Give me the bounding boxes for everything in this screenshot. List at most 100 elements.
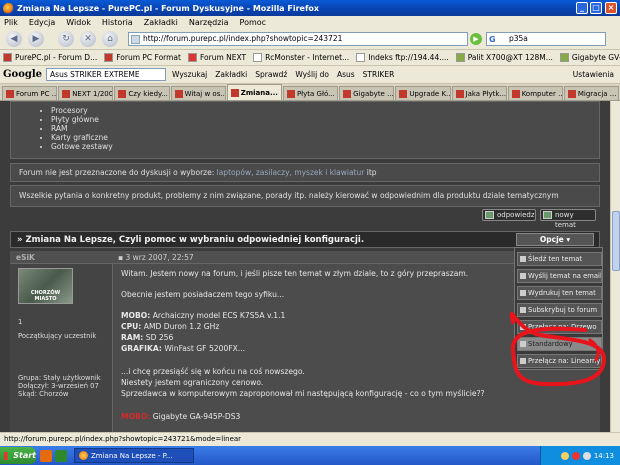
tab[interactable]: Jaka Płytk... <box>451 86 507 100</box>
bookmark-icon <box>455 53 465 62</box>
menu-file[interactable]: Plik <box>4 18 18 27</box>
menu-subscribe-forum[interactable]: Subskrybuj to forum <box>517 303 602 317</box>
tab[interactable]: Płyta Głó... <box>282 86 339 100</box>
page-content: Procesory Płyty główne RAM Karty graficz… <box>0 101 610 432</box>
menu-switch-linear[interactable]: Przełącz na: Linearny <box>517 354 602 368</box>
google-send-button[interactable]: Wyślij do <box>295 70 329 79</box>
tab[interactable]: Gigabyte ... <box>339 86 395 100</box>
bookmark-item[interactable]: RcMonster - Internet... <box>253 53 349 62</box>
google-logo: Google <box>3 69 43 80</box>
system-tray: 14:13 <box>540 446 620 465</box>
tray-icon[interactable] <box>571 451 580 460</box>
reply-icon <box>485 211 494 219</box>
tab[interactable]: Upgrade K... <box>395 86 451 100</box>
bookmark-item[interactable]: PurePC.pl - Forum D... <box>3 53 97 62</box>
google-bookmarks-button[interactable]: Zakładki <box>215 70 247 79</box>
post-author[interactable]: eSiK <box>16 253 35 262</box>
forum-notice: Forum nie jest przeznaczone do dyskusji … <box>10 163 600 182</box>
category-item: Płyty główne <box>51 115 599 124</box>
window-titlebar: Zmiana Na Lepsze - PurePC.pl - Forum Dys… <box>0 0 620 16</box>
new-topic-button[interactable]: nowy temat <box>540 209 596 229</box>
category-item: Gotowe zestawy <box>51 142 599 151</box>
tab-active[interactable]: Zmiana... <box>226 84 282 100</box>
windows-taskbar: Start Zmiana Na Lepsze - P... 14:13 <box>0 446 620 465</box>
post-line: Sprzedawca w komputerowym zaproponował m… <box>121 389 485 398</box>
tab[interactable]: Forum PC ... <box>2 86 58 100</box>
bookmark-item[interactable]: Gigabyte GV-NX66 1... <box>559 53 620 62</box>
scrollbar-thumb[interactable] <box>612 211 620 271</box>
proposed-mobo: MOBO: Gigabyte GA-945P-DS3 <box>121 412 241 421</box>
category-item: Karty graficzne <box>51 133 599 142</box>
forum-category-list: Procesory Płyty główne RAM Karty graficz… <box>10 101 600 159</box>
menu-item-icon <box>520 290 526 296</box>
bookmark-icon <box>253 53 263 62</box>
notice-links[interactable]: laptopów, zasilaczy, myszek i klawiatur <box>217 168 365 177</box>
menu-help[interactable]: Pomoc <box>240 18 267 27</box>
vertical-scrollbar[interactable] <box>610 101 620 432</box>
menu-item-icon <box>520 307 526 313</box>
member-rank: Początkujący uczestnik <box>18 332 97 340</box>
member-info: Grupa: Stały użytkownik Dołączył: 3-wrze… <box>18 374 101 398</box>
menu-switch-tree[interactable]: Przełącz na: Drzewo <box>517 320 602 334</box>
go-icon[interactable]: ▶ <box>470 33 482 45</box>
menu-bookmarks[interactable]: Zakładki <box>144 18 178 27</box>
tab[interactable]: Komputer ... <box>507 86 563 100</box>
google-spellcheck-button[interactable]: Sprawdź <box>255 70 287 79</box>
tab[interactable]: NEXT 1/2007 <box>58 86 114 100</box>
menu-item-icon <box>520 256 526 262</box>
google-term-asus[interactable]: Asus <box>337 70 355 79</box>
menu-history[interactable]: Historia <box>102 18 133 27</box>
tab-favicon <box>511 89 520 98</box>
bookmark-icon <box>559 53 569 62</box>
menu-item-icon <box>520 273 526 279</box>
tab-favicon <box>399 89 408 98</box>
bookmark-item[interactable]: Forum NEXT <box>187 53 246 62</box>
bookmark-item[interactable]: Forum PC Format <box>104 53 181 62</box>
reply-button[interactable]: odpowiedz <box>482 209 536 221</box>
menu-email-topic[interactable]: Wyślij temat na email <box>517 269 602 283</box>
google-term-striker[interactable]: STRIKER <box>363 70 395 79</box>
tab[interactable]: Czy kiedy... <box>114 86 170 100</box>
google-search-input[interactable]: Asus STRIKER EXTREME <box>46 68 167 81</box>
category-item: RAM <box>51 124 599 133</box>
tab-favicon <box>567 89 576 98</box>
options-button[interactable]: Opcje ▾ <box>516 233 594 246</box>
bookmark-item[interactable]: Indeks ftp://194.44.... <box>356 53 449 62</box>
menu-edit[interactable]: Edycja <box>29 18 55 27</box>
thread-title: » Zmiana Na Lepsze, Czyli pomoc w wybran… <box>10 231 600 248</box>
tab-favicon <box>118 89 127 98</box>
home-icon[interactable]: ⌂ <box>102 31 118 47</box>
stop-icon[interactable]: ✕ <box>80 31 96 47</box>
tab[interactable]: Migracja ... <box>563 86 620 100</box>
address-bar[interactable]: http://forum.purepc.pl/index.php?showtop… <box>128 32 468 46</box>
bookmark-item[interactable]: Palit X700@XT 128M... <box>455 53 553 62</box>
google-settings-button[interactable]: Ustawienia <box>573 70 614 79</box>
menu-view[interactable]: Widok <box>66 18 91 27</box>
search-box[interactable]: G p35a <box>486 32 606 46</box>
maximize-button[interactable]: □ <box>590 2 602 14</box>
tab-favicon <box>455 89 464 98</box>
start-button[interactable]: Start <box>0 447 36 464</box>
google-search-button[interactable]: Wyszukaj <box>172 70 207 79</box>
close-button[interactable]: × <box>605 2 617 14</box>
menu-bar: Plik Edycja Widok Historia Zakładki Narz… <box>0 16 620 28</box>
quicklaunch-app-icon[interactable] <box>55 449 67 462</box>
tray-icon[interactable] <box>560 451 569 460</box>
taskbar-window-button[interactable]: Zmiana Na Lepsze - P... <box>74 448 194 463</box>
tab-strip: Forum PC ... NEXT 1/2007 Czy kiedy... Wi… <box>0 84 620 101</box>
tray-icon[interactable] <box>582 451 591 460</box>
reload-icon[interactable]: ↻ <box>58 31 74 47</box>
tab-favicon <box>6 89 14 98</box>
bookmark-icon <box>3 53 12 62</box>
menu-tools[interactable]: Narzędzia <box>189 18 229 27</box>
tab[interactable]: Witaj w os... <box>170 86 226 100</box>
menu-print-topic[interactable]: Wydrukuj ten temat <box>517 286 602 300</box>
menu-track-topic[interactable]: Śledź ten temat <box>517 252 602 266</box>
tab-favicon <box>62 89 71 98</box>
status-bar: http://forum.purepc.pl/index.php?showtop… <box>0 432 620 446</box>
forward-icon[interactable]: ▶ <box>28 31 44 47</box>
back-icon[interactable]: ◀ <box>6 31 22 47</box>
minimize-button[interactable]: _ <box>576 2 588 14</box>
quicklaunch-firefox-icon[interactable] <box>40 449 52 462</box>
menu-standard-selected[interactable]: Standardowy <box>517 337 602 351</box>
